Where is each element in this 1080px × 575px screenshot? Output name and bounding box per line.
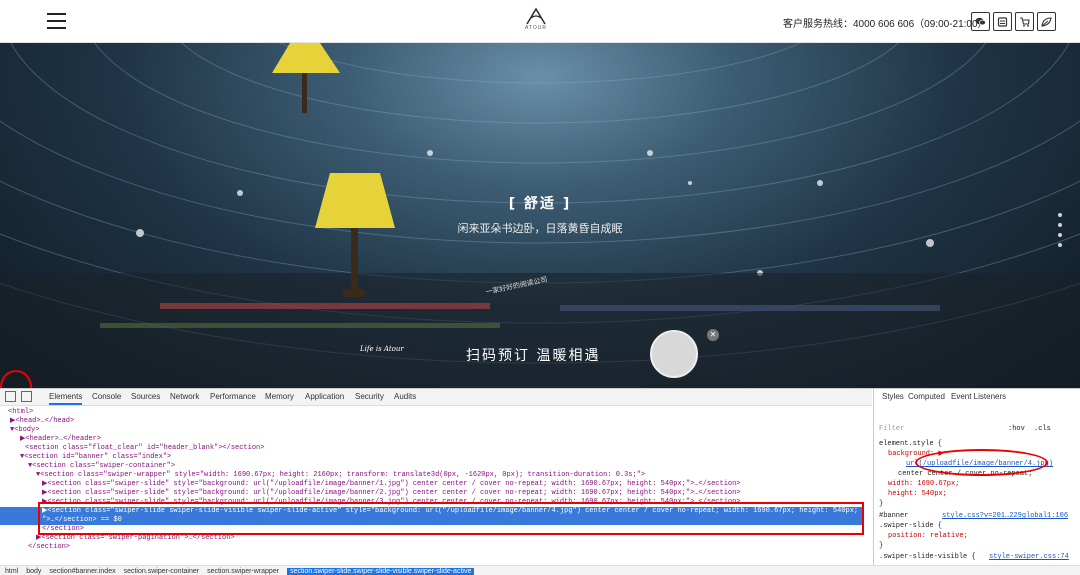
style-selector: .swiper-slide { — [879, 522, 943, 530]
cart-icon[interactable] — [1015, 12, 1034, 31]
logo-text: ATOUR — [524, 25, 548, 31]
hotline-label: 客户服务热线： — [783, 19, 853, 30]
hero-banner[interactable]: [ 舒适 ] 闲来亚朵书边卧，日落黄昏自成眠 一家好好的阅读公司 Life is… — [0, 43, 1080, 388]
banner-title: [ 舒适 ] — [508, 196, 572, 212]
hotline-number: 4000 606 606 — [853, 19, 915, 30]
dom-node[interactable]: ▶<section class="swiper-pagination">…</s… — [36, 534, 235, 543]
style-rule: element.style { — [879, 440, 943, 448]
leaf-icon[interactable] — [1037, 12, 1056, 31]
style-source-link[interactable]: style.css?v=201…229global1:106 — [942, 512, 1068, 521]
dom-breadcrumbs: html body section#banner.index section.s… — [0, 565, 1080, 575]
hov-toggle[interactable]: :hov — [1008, 425, 1025, 434]
dom-node[interactable]: ▼<section class="swiper-wrapper" style="… — [36, 471, 645, 480]
style-rule-end: } — [879, 500, 884, 508]
breadcrumb-item[interactable]: html — [5, 568, 18, 575]
tab-sources[interactable]: Sources — [131, 392, 160, 401]
devtools-panel: Elements Console Sources Network Perform… — [0, 388, 1080, 575]
tab-elements[interactable]: Elements — [49, 392, 83, 405]
style-selector: #banner — [879, 512, 909, 520]
tab-computed[interactable]: Computed — [908, 392, 945, 401]
qr-close-icon[interactable]: ✕ — [707, 329, 719, 341]
dom-node[interactable]: <section class="float_clear" id="header_… — [25, 444, 264, 453]
tab-application[interactable]: Application — [305, 392, 344, 401]
breadcrumb-item[interactable]: section.swiper-wrapper — [207, 568, 279, 575]
logo-mark-icon — [526, 7, 546, 25]
style-prop: height: 540px; — [888, 490, 947, 498]
breadcrumb-item[interactable]: section#banner.index — [49, 568, 115, 575]
dom-node[interactable]: ▶<head>…</head> — [10, 417, 74, 426]
dom-node[interactable]: </section> — [28, 543, 70, 552]
dom-node[interactable]: ▶<section class="swiper-slide" style="ba… — [42, 489, 741, 498]
style-prop: position: relative; — [888, 532, 968, 540]
tab-styles[interactable]: Styles — [882, 392, 904, 401]
weibo-icon[interactable] — [993, 12, 1012, 31]
style-prop: width: 1690.67px; — [888, 480, 960, 488]
site-header: ATOUR 客户服务热线：4000 606 606（09:00-21:00） — [0, 0, 1080, 43]
dom-node[interactable]: ▶<section class="swiper-slide" style="ba… — [42, 480, 741, 489]
life-is-atour-logo: Life is Atour — [360, 345, 404, 353]
tab-security[interactable]: Security — [355, 392, 384, 401]
hotline: 客户服务热线：4000 606 606（09:00-21:00） — [783, 15, 988, 30]
dom-node[interactable]: ▼<body> — [10, 426, 39, 435]
tab-console[interactable]: Console — [92, 392, 121, 401]
tab-audits[interactable]: Audits — [394, 392, 416, 401]
inspect-element-icon[interactable] — [5, 391, 16, 402]
style-source-link[interactable]: style-swiper.css:74 — [989, 553, 1069, 562]
annotation-ellipse — [915, 449, 1048, 476]
annotation-selection-box — [38, 502, 864, 535]
breadcrumb-item[interactable]: section.swiper-container — [124, 568, 199, 575]
header-icons — [971, 12, 1056, 31]
style-selector: .swiper-slide-visible { — [879, 553, 976, 561]
slider-pagination[interactable] — [1058, 213, 1062, 253]
cls-toggle[interactable]: .cls — [1034, 425, 1051, 434]
menu-icon[interactable] — [47, 13, 66, 30]
devtools-tabbar: Elements Console Sources Network Perform… — [0, 389, 872, 406]
breadcrumb-item-active[interactable]: section.swiper-slide.swiper-slide-visibl… — [287, 567, 475, 575]
tab-memory[interactable]: Memory — [265, 392, 294, 401]
styles-pane: Styles Computed Event Listeners Filter :… — [873, 389, 1080, 565]
wechat-icon[interactable] — [971, 12, 990, 31]
banner-subtitle: 闲来亚朵书边卧，日落黄昏自成眠 — [457, 222, 623, 235]
dom-node[interactable]: <html> — [8, 408, 33, 417]
breadcrumb-item[interactable]: body — [26, 568, 41, 575]
tab-network[interactable]: Network — [170, 392, 199, 401]
tab-event-listeners[interactable]: Event Listeners — [951, 392, 1006, 401]
dom-node[interactable]: ▼<section id="banner" class="index"> — [20, 453, 171, 462]
scan-book-text: 扫码预订 温暖相遇 — [466, 348, 601, 364]
library-shelves-image — [0, 43, 1080, 388]
style-rule-end: } — [879, 542, 884, 550]
device-toolbar-icon[interactable] — [21, 391, 32, 402]
atour-logo[interactable]: ATOUR — [518, 7, 554, 37]
dom-node[interactable]: ▶<header>…</header> — [20, 435, 101, 444]
qr-code — [650, 330, 698, 378]
dom-node[interactable]: ▼<section class="swiper-container"> — [28, 462, 175, 471]
tab-performance[interactable]: Performance — [210, 392, 256, 401]
styles-filter[interactable]: Filter — [879, 425, 904, 434]
dom-tree[interactable]: <html> ▶<head>…</head> ▼<body> ▶<header>… — [0, 407, 872, 565]
